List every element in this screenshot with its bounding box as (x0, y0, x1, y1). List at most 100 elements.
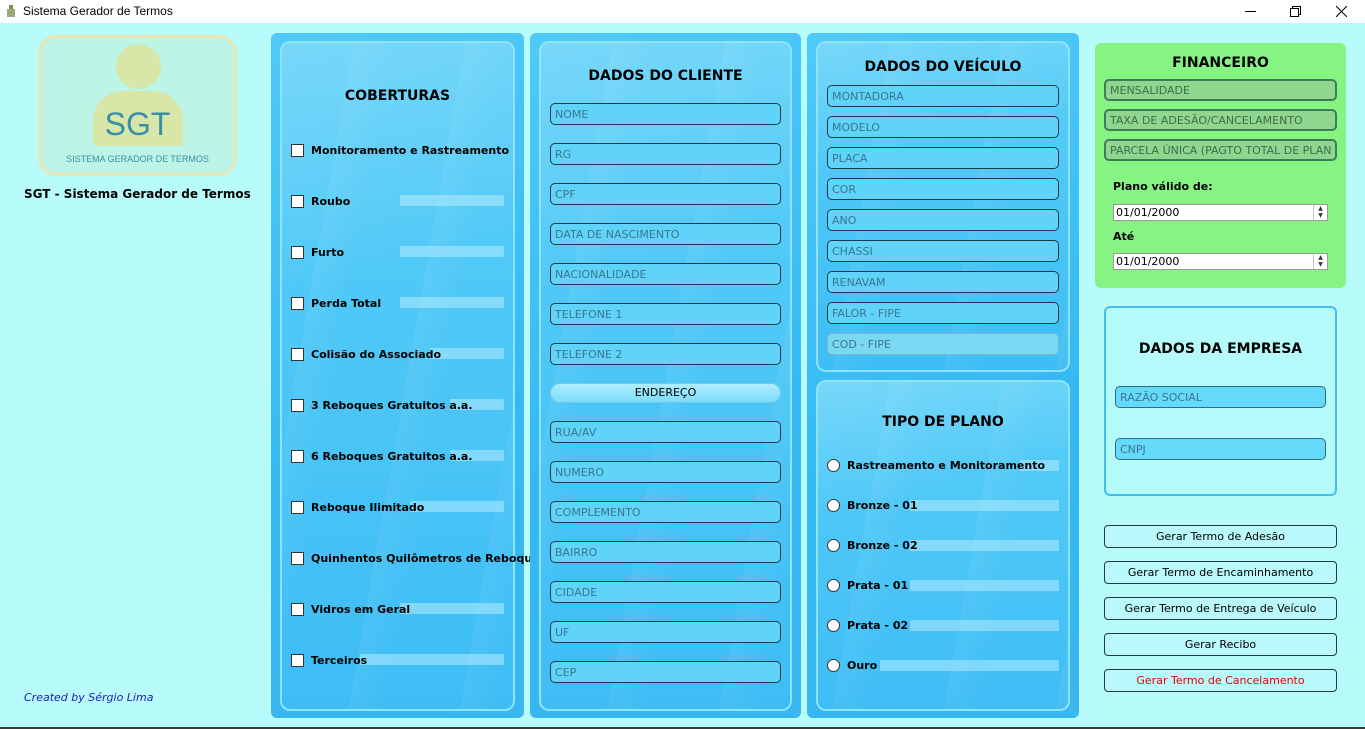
checkbox-box[interactable] (291, 551, 304, 565)
checkbox-box[interactable] (291, 194, 304, 208)
checkbox-perda-total[interactable]: Perda Total (291, 295, 381, 311)
modelo-field[interactable] (827, 116, 1059, 138)
radio-prata-02[interactable]: Prata - 02 (827, 617, 908, 633)
spin-down-icon[interactable]: ▼ (1314, 212, 1327, 219)
complemento-field[interactable] (550, 501, 781, 523)
checkbox-box[interactable] (291, 500, 304, 514)
row-stripe (880, 660, 1059, 671)
cpf-field[interactable] (550, 183, 781, 205)
close-button[interactable] (1318, 0, 1364, 23)
row-stripe (400, 603, 504, 614)
checkbox-label: Quinhentos Quilômetros de Reboque (311, 551, 540, 565)
checkbox-box[interactable] (291, 398, 304, 412)
gerar-recibo-button[interactable]: Gerar Recibo (1104, 633, 1337, 656)
telefone1-field[interactable] (550, 303, 781, 325)
empresa-title: DADOS DA EMPRESA (1138, 341, 1303, 357)
valor-fipe-field[interactable] (827, 302, 1059, 324)
valid-from-spinner[interactable]: ▲ ▼ (1313, 205, 1327, 220)
checkbox-box[interactable] (291, 347, 304, 361)
cliente-title: DADOS DO CLIENTE (588, 68, 743, 84)
checkbox-box[interactable] (291, 602, 304, 616)
radio-rastreamento[interactable]: Rastreamento e Monitoramento (827, 457, 1045, 473)
valid-to-date[interactable]: 01/01/2000 ▲ ▼ (1113, 253, 1328, 270)
checkbox-colisao[interactable]: Colisão do Associado (291, 346, 441, 362)
checkbox-6-reboques[interactable]: 6 Reboques Gratuitos a.a. (291, 448, 473, 464)
checkbox-quinhentos-km[interactable]: Quinhentos Quilômetros de Reboque (291, 550, 540, 566)
radio-circle[interactable] (827, 578, 840, 592)
cor-field[interactable] (827, 178, 1059, 200)
placa-field[interactable] (827, 147, 1059, 169)
minimize-button[interactable] (1227, 0, 1273, 23)
montadora-field[interactable] (827, 85, 1059, 107)
radio-bronze-02[interactable]: Bronze - 02 (827, 537, 918, 553)
gerar-termo-cancelamento-button[interactable]: Gerar Termo de Cancelamento (1104, 669, 1337, 692)
gerar-termo-adesao-button[interactable]: Gerar Termo de Adesão (1104, 525, 1337, 548)
radio-prata-01[interactable]: Prata - 01 (827, 577, 908, 593)
radio-circle[interactable] (827, 658, 840, 672)
checkbox-reboque-ilimitado[interactable]: Reboque Ilimitado (291, 499, 424, 515)
checkbox-box[interactable] (291, 653, 304, 667)
checkbox-terceiros[interactable]: Terceiros (291, 652, 367, 668)
valid-from-date[interactable]: 01/01/2000 ▲ ▼ (1113, 204, 1328, 221)
radio-label: Bronze - 02 (847, 538, 918, 552)
parcela-unica-field[interactable] (1104, 139, 1337, 161)
checkbox-label: 6 Reboques Gratuitos a.a. (311, 449, 473, 463)
renavam-field[interactable] (827, 271, 1059, 293)
taxa-adesao-field[interactable] (1104, 109, 1337, 131)
razao-social-field[interactable] (1115, 386, 1326, 408)
sgt-logo: SGT SISTEMA GERADOR DE TERMOS (38, 35, 237, 176)
checkbox-monitoramento[interactable]: Monitoramento e Rastreamento (291, 142, 509, 158)
checkbox-box[interactable] (291, 245, 304, 259)
coberturas-title: COBERTURAS (344, 88, 451, 104)
checkbox-furto[interactable]: Furto (291, 244, 344, 260)
nacionalidade-field[interactable] (550, 263, 781, 285)
radio-label: Bronze - 01 (847, 498, 918, 512)
row-stripe (910, 580, 1059, 591)
rg-field[interactable] (550, 143, 781, 165)
row-stripe (400, 195, 504, 206)
chassi-field[interactable] (827, 240, 1059, 262)
cep-field[interactable] (550, 661, 781, 683)
radio-circle[interactable] (827, 618, 840, 632)
restore-button[interactable] (1272, 0, 1318, 23)
cod-fipe-field[interactable] (827, 333, 1059, 355)
checkbox-label: Vidros em Geral (311, 602, 411, 616)
uf-field[interactable] (550, 621, 781, 643)
close-icon (1335, 6, 1347, 17)
rua-field[interactable] (550, 421, 781, 443)
title-bar: Sistema Gerador de Termos (0, 0, 1365, 23)
telefone2-field[interactable] (550, 343, 781, 365)
cnpj-field[interactable] (1115, 438, 1326, 460)
checkbox-label: Furto (311, 245, 345, 259)
bairro-field[interactable] (550, 541, 781, 563)
radio-circle[interactable] (827, 458, 840, 472)
gerar-termo-entrega-button[interactable]: Gerar Termo de Entrega de Veículo (1104, 597, 1337, 620)
checkbox-box[interactable] (291, 296, 304, 310)
spin-up-icon[interactable]: ▲ (1314, 205, 1327, 212)
nome-field[interactable] (550, 103, 781, 125)
minimize-icon (1244, 11, 1256, 12)
valid-to-spinner[interactable]: ▲ ▼ (1313, 254, 1327, 269)
app-name: SGT - Sistema Gerador de Termos (24, 187, 251, 201)
checkbox-roubo[interactable]: Roubo (291, 193, 350, 209)
plano-title: TIPO DE PLANO (882, 414, 1004, 430)
ano-field[interactable] (827, 209, 1059, 231)
data-nascimento-field[interactable] (550, 223, 781, 245)
logo-person-head (116, 44, 161, 89)
spin-up-icon[interactable]: ▲ (1314, 254, 1327, 261)
spin-down-icon[interactable]: ▼ (1314, 261, 1327, 268)
checkbox-box[interactable] (291, 449, 304, 463)
mensalidade-field[interactable] (1104, 79, 1337, 101)
radio-circle[interactable] (827, 498, 840, 512)
numero-field[interactable] (550, 461, 781, 483)
checkbox-3-reboques[interactable]: 3 Reboques Gratuitos a.a. (291, 397, 473, 413)
radio-circle[interactable] (827, 538, 840, 552)
radio-ouro[interactable]: Ouro (827, 657, 877, 673)
checkbox-vidros[interactable]: Vidros em Geral (291, 601, 410, 617)
logo-text: SGT (104, 106, 171, 142)
row-stripe (400, 297, 504, 308)
gerar-termo-encaminhamento-button[interactable]: Gerar Termo de Encaminhamento (1104, 561, 1337, 584)
cidade-field[interactable] (550, 581, 781, 603)
checkbox-box[interactable] (291, 143, 304, 157)
radio-bronze-01[interactable]: Bronze - 01 (827, 497, 918, 513)
